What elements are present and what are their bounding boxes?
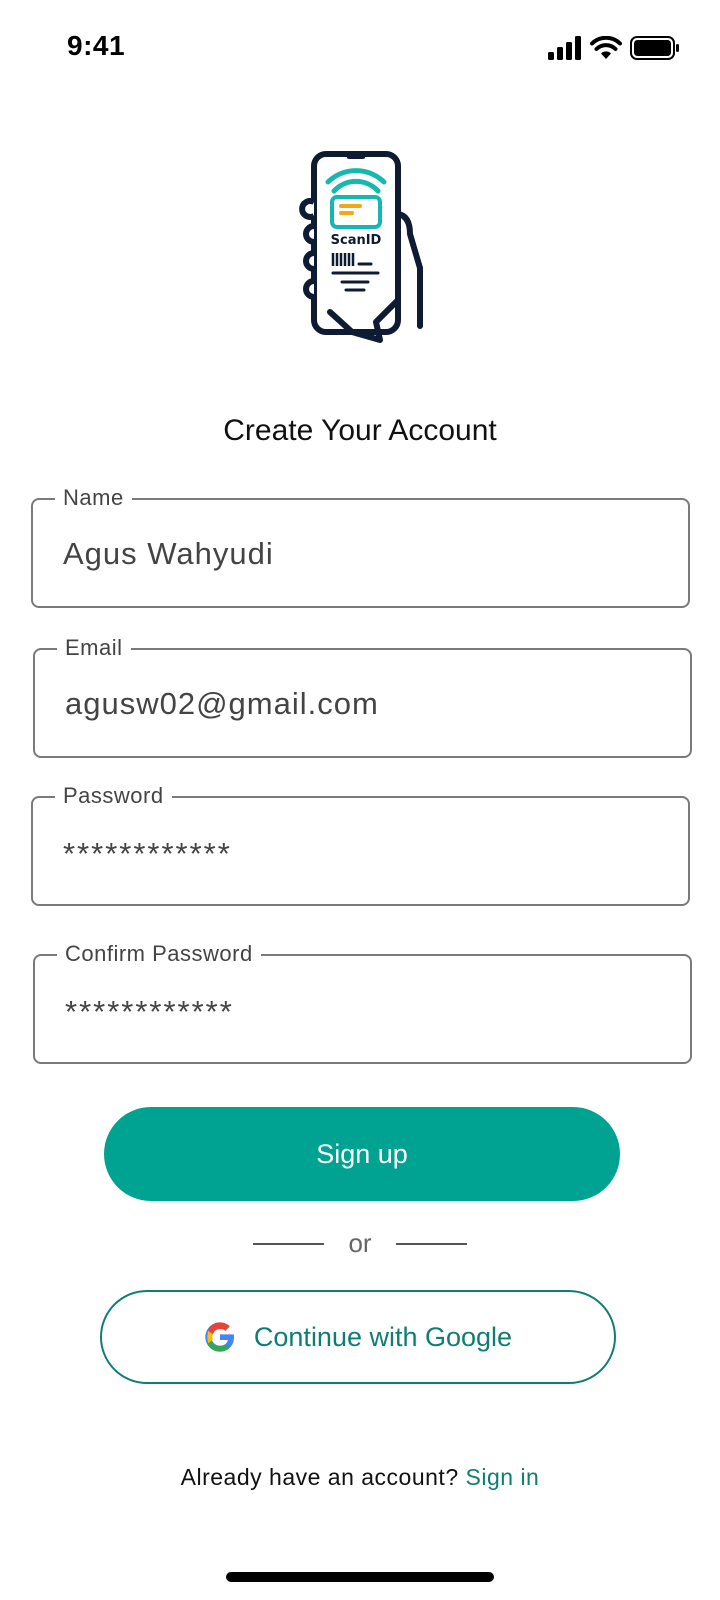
- divider-text: or: [348, 1228, 372, 1258]
- confirm-password-field-value: ************: [65, 994, 234, 1029]
- password-field[interactable]: Password ************: [31, 781, 690, 906]
- google-icon: [205, 1322, 234, 1352]
- scanid-logo: ScanID: [299, 151, 423, 343]
- or-divider: or: [0, 1228, 720, 1259]
- signup-screen: 9:41 ScanID Create Your Account Name Agu…: [0, 0, 720, 1600]
- logo-text: ScanID: [331, 233, 382, 248]
- name-field[interactable]: Name Agus Wahyudi: [31, 483, 690, 608]
- password-field-label: Password: [55, 781, 172, 811]
- page-title: Create Your Account: [223, 414, 497, 447]
- google-button-label: Continue with Google: [253, 1321, 513, 1352]
- confirm-password-field-label: Confirm Password: [57, 939, 261, 969]
- home-indicator[interactable]: [226, 1572, 494, 1582]
- password-field-value: ************: [63, 836, 232, 871]
- name-field-value: Agus Wahyudi: [63, 536, 274, 571]
- battery-icon: [630, 36, 679, 60]
- signin-prompt: Already have an account? Sign in: [0, 1464, 720, 1491]
- continue-with-google-button[interactable]: Continue with Google: [100, 1290, 616, 1384]
- status-icons: [548, 36, 680, 60]
- wifi-icon: [590, 36, 622, 59]
- confirm-password-field[interactable]: Confirm Password ************: [33, 939, 692, 1064]
- email-field-label: Email: [57, 633, 131, 663]
- cellular-signal-icon: [548, 36, 581, 60]
- signup-button[interactable]: Sign up: [104, 1107, 620, 1201]
- signin-prompt-text: Already have an account?: [180, 1464, 459, 1490]
- email-field-value: agusw02@gmail.com: [65, 686, 379, 721]
- name-field-label: Name: [55, 483, 132, 513]
- signin-link[interactable]: Sign in: [466, 1464, 540, 1490]
- divider-line-left: [253, 1242, 325, 1245]
- divider-line-right: [395, 1242, 467, 1245]
- email-field[interactable]: Email agusw02@gmail.com: [33, 633, 692, 758]
- signup-button-label: Sign up: [316, 1138, 408, 1169]
- status-time: 9:41: [67, 30, 126, 61]
